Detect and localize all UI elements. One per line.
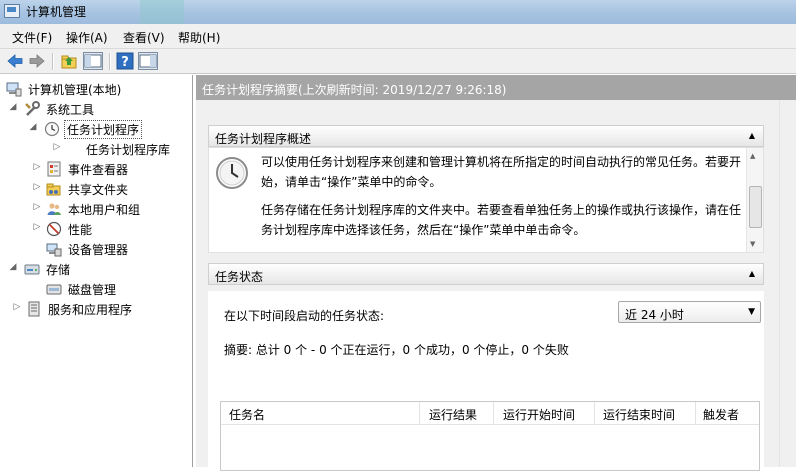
overview-scrollbar[interactable]: ▲ ▼ bbox=[746, 148, 763, 252]
status-summary: 摘要: 总计 0 个 - 0 个正在运行，0 个成功，0 个停止，0 个失败 bbox=[224, 343, 569, 357]
toolbar: ? bbox=[0, 49, 796, 74]
column-header-triggered-by[interactable]: 触发者 bbox=[703, 406, 739, 423]
collapsed-arrow-icon[interactable]: ▷ bbox=[32, 202, 42, 212]
overview-section-header[interactable]: 任务计划程序概述 ▲ bbox=[208, 125, 764, 147]
title-bar: 计算机管理 bbox=[0, 0, 796, 24]
tree-item-task-library[interactable]: ▷ 任务计划程序库 bbox=[4, 140, 189, 158]
column-divider[interactable] bbox=[594, 402, 595, 424]
toolbar-separator bbox=[52, 53, 54, 70]
content-pane: 任务计划程序摘要(上次刷新时间: 2019/12/27 9:26:18) 任务计… bbox=[196, 75, 796, 471]
tree-item-local-users[interactable]: ▷ 本地用户和组 bbox=[4, 200, 189, 218]
tree-label: 磁盘管理 bbox=[68, 283, 117, 297]
tree-label: 存储 bbox=[46, 263, 71, 277]
period-select-value: 近 24 小时 bbox=[625, 308, 684, 322]
task-status-section-header[interactable]: 任务状态 ▲ bbox=[208, 263, 764, 285]
tree-label: 性能 bbox=[68, 223, 93, 237]
clock-icon bbox=[44, 121, 60, 137]
svg-text:?: ? bbox=[121, 55, 129, 70]
collapsed-arrow-icon[interactable]: ▷ bbox=[52, 142, 62, 152]
tree-label: 计算机管理(本地) bbox=[28, 83, 122, 97]
tree-item-event-viewer[interactable]: ▷ 事件查看器 bbox=[4, 160, 189, 178]
tree-item-storage[interactable]: ◢ 存储 bbox=[4, 260, 189, 278]
overview-paragraph-1: 可以使用任务计划程序来创建和管理计算机将在所指定的时间自动执行的常见任务。若要开… bbox=[261, 155, 742, 189]
summary-header: 任务计划程序摘要(上次刷新时间: 2019/12/27 9:26:18) bbox=[196, 75, 796, 100]
tree-label: 任务计划程序 bbox=[64, 120, 143, 139]
overview-paragraph-2: 任务存储在任务计划程序库的文件夹中。若要查看单独任务上的操作或执行该操作，请在任… bbox=[261, 203, 742, 237]
navigation-tree: 计算机管理(本地) ◢ 系统工具 ◢ 任务计划程序 ▷ 任务计划程序库 ▷ 事件… bbox=[0, 75, 193, 467]
tree-label: 服务和应用程序 bbox=[48, 303, 133, 317]
menu-action[interactable]: 操作(A) bbox=[66, 29, 108, 46]
column-header-start-time[interactable]: 运行开始时间 bbox=[503, 406, 575, 423]
tree-item-performance[interactable]: ▷ 性能 bbox=[4, 220, 189, 238]
overview-title: 任务计划程序概述 bbox=[215, 132, 312, 146]
collapse-up-icon[interactable]: ▲ bbox=[749, 131, 755, 140]
tree-item-shared-folders[interactable]: ▷ 共享文件夹 bbox=[4, 180, 189, 198]
computer-management-icon bbox=[4, 4, 20, 18]
forward-arrow-icon[interactable] bbox=[28, 52, 46, 70]
clock-icon bbox=[216, 157, 248, 189]
menu-file[interactable]: 文件(F) bbox=[12, 29, 52, 46]
tree-item-system-tools[interactable]: ◢ 系统工具 bbox=[4, 100, 189, 118]
task-status-title: 任务状态 bbox=[215, 270, 264, 284]
task-status-body: 在以下时间段启动的任务状态: 近 24 小时 ▼ 摘要: 总计 0 个 - 0 … bbox=[208, 291, 764, 471]
scroll-up-icon[interactable]: ▲ bbox=[750, 152, 755, 160]
table-header: 任务名 运行结果 运行开始时间 运行结束时间 触发者 bbox=[221, 402, 759, 425]
scroll-thumb[interactable] bbox=[749, 186, 762, 228]
toolbar-separator bbox=[109, 53, 111, 70]
chevron-down-icon[interactable]: ▼ bbox=[748, 307, 755, 317]
tree-label: 任务计划程序库 bbox=[86, 143, 171, 157]
tree-label: 设备管理器 bbox=[68, 243, 129, 257]
expanded-arrow-icon[interactable]: ◢ bbox=[8, 262, 18, 272]
menu-view[interactable]: 查看(V) bbox=[123, 29, 165, 46]
window-title: 计算机管理 bbox=[26, 5, 87, 19]
column-header-run-result[interactable]: 运行结果 bbox=[429, 406, 477, 423]
storage-icon bbox=[24, 264, 40, 275]
show-hide-tree-icon[interactable] bbox=[83, 52, 103, 70]
tree-label: 事件查看器 bbox=[68, 163, 129, 177]
menu-help[interactable]: 帮助(H) bbox=[178, 29, 220, 46]
shared-folder-icon bbox=[46, 183, 61, 196]
column-divider[interactable] bbox=[695, 402, 696, 424]
period-select[interactable]: 近 24 小时 ▼ bbox=[618, 301, 761, 323]
scroll-down-icon[interactable]: ▼ bbox=[750, 240, 755, 248]
expanded-arrow-icon[interactable]: ◢ bbox=[28, 122, 38, 132]
content-scrollbar[interactable] bbox=[779, 100, 796, 467]
disk-management-icon bbox=[46, 284, 62, 295]
column-header-task-name[interactable]: 任务名 bbox=[229, 406, 265, 423]
device-manager-icon bbox=[46, 243, 62, 257]
collapse-up-icon[interactable]: ▲ bbox=[749, 269, 755, 278]
show-hide-action-pane-icon[interactable] bbox=[138, 52, 158, 70]
menu-bar: 文件(F) 操作(A) 查看(V) 帮助(H) bbox=[0, 24, 796, 49]
collapsed-arrow-icon[interactable]: ▷ bbox=[32, 182, 42, 192]
tree-item-task-scheduler[interactable]: ◢ 任务计划程序 bbox=[4, 120, 189, 139]
tree-item-services-apps[interactable]: ▷ 服务和应用程序 bbox=[4, 300, 189, 318]
column-divider[interactable] bbox=[419, 402, 420, 424]
services-icon bbox=[28, 301, 40, 317]
computer-management-icon bbox=[6, 82, 22, 97]
up-folder-icon[interactable] bbox=[60, 52, 78, 70]
event-viewer-icon bbox=[47, 161, 61, 177]
help-icon[interactable]: ? bbox=[116, 52, 134, 70]
performance-icon bbox=[46, 221, 62, 237]
tools-icon bbox=[25, 101, 40, 116]
tree-item-disk-management[interactable]: 磁盘管理 bbox=[4, 280, 189, 298]
summary-header-text: 任务计划程序摘要(上次刷新时间: 2019/12/27 9:26:18) bbox=[202, 83, 507, 97]
column-divider[interactable] bbox=[493, 402, 494, 424]
tree-item-device-manager[interactable]: 设备管理器 bbox=[4, 240, 189, 258]
tree-label: 共享文件夹 bbox=[68, 183, 129, 197]
back-arrow-icon[interactable] bbox=[6, 52, 24, 70]
expanded-arrow-icon[interactable]: ◢ bbox=[8, 102, 18, 112]
tasks-table: 任务名 运行结果 运行开始时间 运行结束时间 触发者 bbox=[220, 401, 760, 471]
title-glow bbox=[140, 0, 184, 24]
collapsed-arrow-icon[interactable]: ▷ bbox=[32, 162, 42, 172]
tree-item-root[interactable]: 计算机管理(本地) bbox=[4, 80, 189, 98]
column-header-end-time[interactable]: 运行结束时间 bbox=[603, 406, 675, 423]
users-icon bbox=[47, 203, 61, 215]
tree-label: 系统工具 bbox=[46, 103, 95, 117]
tree-label: 本地用户和组 bbox=[68, 203, 141, 217]
collapsed-arrow-icon[interactable]: ▷ bbox=[32, 222, 42, 232]
period-label: 在以下时间段启动的任务状态: bbox=[224, 309, 385, 323]
collapsed-arrow-icon[interactable]: ▷ bbox=[12, 302, 22, 312]
overview-body: 可以使用任务计划程序来创建和管理计算机将在所指定的时间自动执行的常见任务。若要开… bbox=[208, 147, 764, 253]
